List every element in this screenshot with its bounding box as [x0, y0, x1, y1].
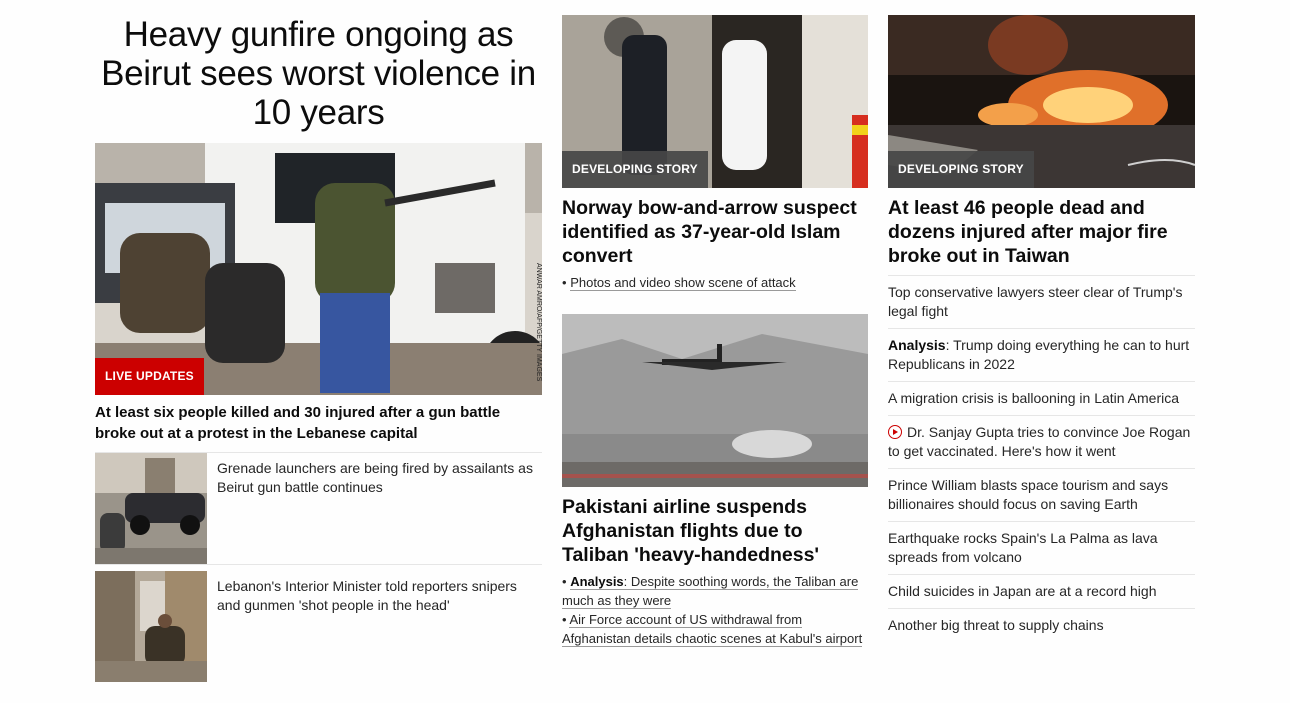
sublink-text[interactable]: Air Force account of US withdrawal from …	[562, 612, 863, 647]
plane-image[interactable]	[562, 314, 868, 487]
photo-credit: ANWAR AMRO/AFP/GETTY IMAGES	[535, 263, 542, 382]
pakistan-story-title[interactable]: Pakistani airline suspends Afghanistan f…	[562, 495, 868, 567]
pakistan-sublink[interactable]: • Analysis: Despite soothing words, the …	[562, 572, 868, 610]
related-story-text[interactable]: Grenade launchers are being fired by ass…	[207, 453, 542, 564]
live-updates-badge[interactable]: LIVE UPDATES	[95, 358, 204, 395]
lead-story-column: Heavy gunfire ongoing as Beirut sees wor…	[95, 15, 542, 682]
related-photo	[95, 453, 207, 564]
headline-list-item[interactable]: Dr. Sanjay Gupta tries to convince Joe R…	[888, 415, 1195, 468]
related-photo	[95, 571, 207, 682]
norway-image[interactable]: DEVELOPING STORY	[562, 15, 868, 188]
related-story-text[interactable]: Lebanon's Interior Minister told reporte…	[207, 571, 542, 682]
related-story[interactable]: Grenade launchers are being fired by ass…	[95, 453, 542, 565]
play-video-icon	[888, 425, 902, 439]
hero-story-title[interactable]: At least six people killed and 30 injure…	[95, 402, 542, 453]
plane-photo	[562, 314, 868, 487]
headline-list-item[interactable]: Earthquake rocks Spain's La Palma as lav…	[888, 521, 1195, 574]
sublink-text[interactable]: Photos and video show scene of attack	[570, 275, 796, 291]
sublink-text[interactable]: Analysis: Despite soothing words, the Ta…	[562, 574, 859, 609]
developing-story-badge[interactable]: DEVELOPING STORY	[562, 151, 708, 188]
middle-column: DEVELOPING STORY Norway bow-and-arrow su…	[562, 15, 868, 648]
lead-headline[interactable]: Heavy gunfire ongoing as Beirut sees wor…	[95, 15, 542, 132]
headline-list-item[interactable]: Another big threat to supply chains	[888, 608, 1195, 642]
headline-list-item[interactable]: Top conservative lawyers steer clear of …	[888, 275, 1195, 328]
norway-story-title[interactable]: Norway bow-and-arrow suspect identified …	[562, 196, 868, 268]
pakistan-sublink[interactable]: • Air Force account of US withdrawal fro…	[562, 610, 868, 648]
right-column: DEVELOPING STORY At least 46 people dead…	[888, 15, 1195, 642]
headline-list-item[interactable]: A migration crisis is ballooning in Lati…	[888, 381, 1195, 415]
headline-list-item[interactable]: Analysis: Trump doing everything he can …	[888, 328, 1195, 381]
norway-sublink[interactable]: • Photos and video show scene of attack	[562, 273, 868, 292]
related-thumbnail[interactable]	[95, 453, 207, 564]
headline-list-item[interactable]: Child suicides in Japan are at a record …	[888, 574, 1195, 608]
related-thumbnail[interactable]	[95, 571, 207, 682]
taiwan-image[interactable]: DEVELOPING STORY	[888, 15, 1195, 188]
related-story[interactable]: Lebanon's Interior Minister told reporte…	[95, 571, 542, 682]
developing-story-badge[interactable]: DEVELOPING STORY	[888, 151, 1034, 188]
headline-list-item[interactable]: Prince William blasts space tourism and …	[888, 468, 1195, 521]
taiwan-story-title[interactable]: At least 46 people dead and dozens injur…	[888, 196, 1195, 275]
hero-image[interactable]: ANWAR AMRO/AFP/GETTY IMAGES LIVE UPDATES	[95, 143, 542, 395]
